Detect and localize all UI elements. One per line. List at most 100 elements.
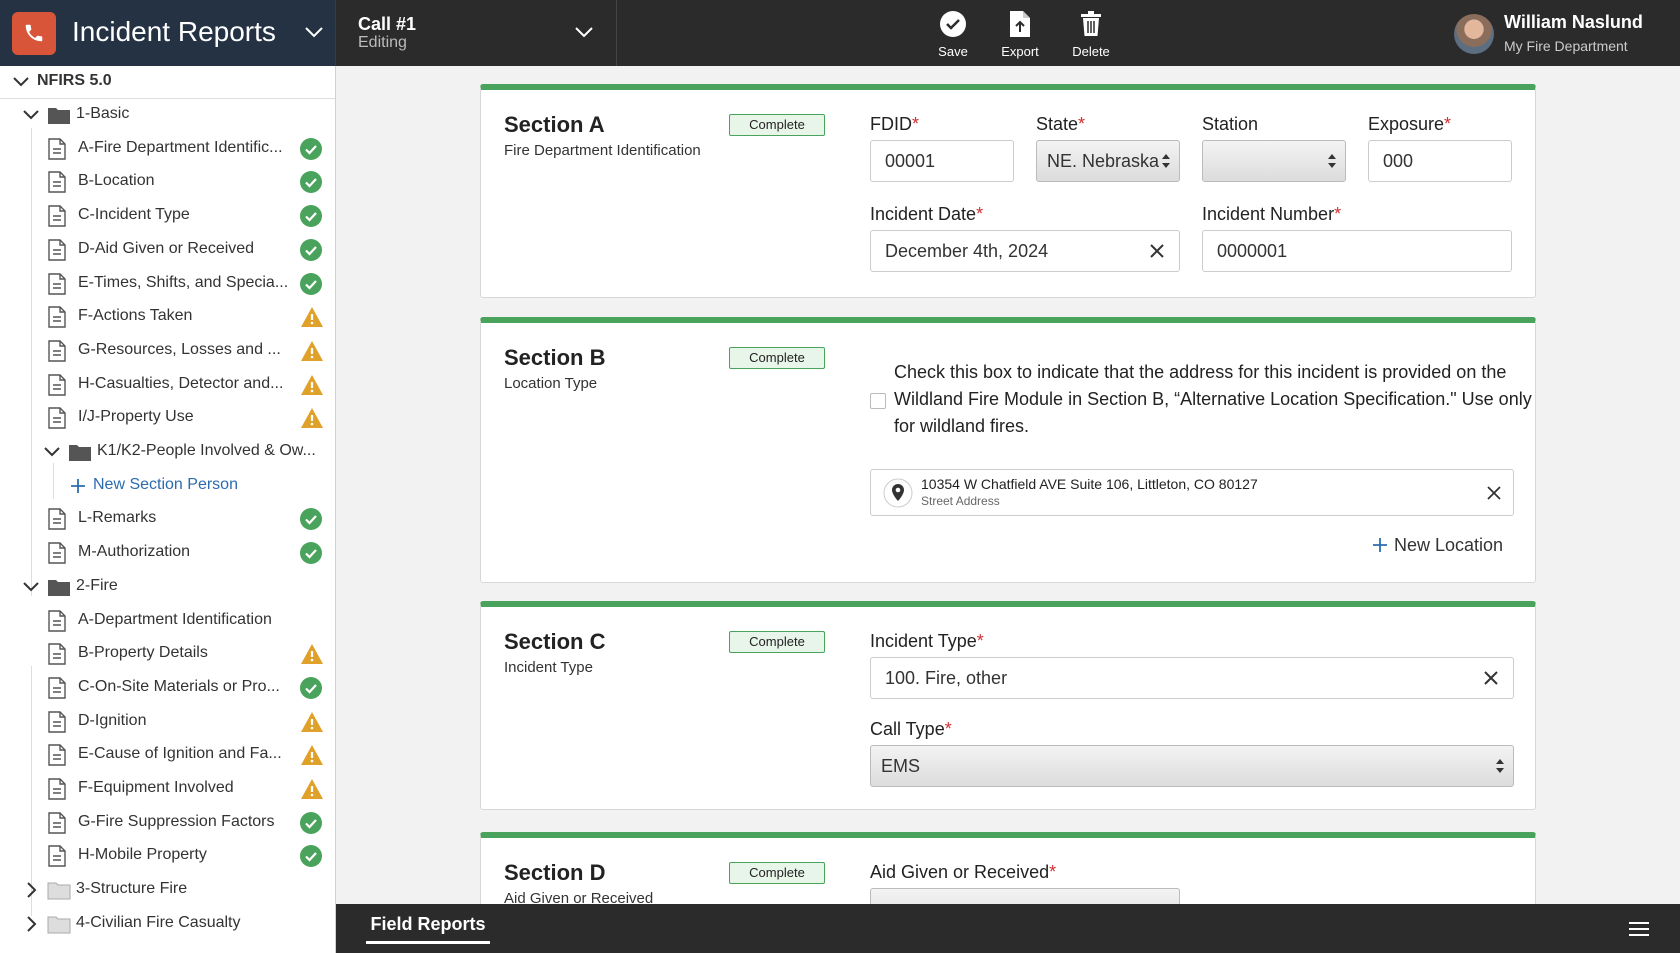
- section-d-card: Section D Aid Given or Received Complete…: [480, 832, 1536, 904]
- plus-icon: [1373, 538, 1387, 552]
- chevron-down-icon[interactable]: [22, 106, 40, 129]
- sidebar-item-fire-6[interactable]: G-Fire Suppression Factors: [0, 807, 335, 837]
- folder-icon: [47, 577, 71, 602]
- chevron-right-icon[interactable]: [22, 915, 40, 938]
- sidebar-folder-people[interactable]: K1/K2-People Involved & Ow...: [0, 436, 335, 466]
- warning-icon: [300, 374, 323, 396]
- check-circle-icon: [300, 205, 322, 228]
- save-label: Save: [938, 44, 968, 59]
- folder-icon: [47, 105, 71, 130]
- section-title: Section D: [504, 860, 606, 885]
- chevron-down-icon[interactable]: [22, 578, 40, 601]
- folder-label: K1/K2-People Involved & Ow...: [97, 442, 316, 459]
- check-circle-icon: [300, 811, 322, 834]
- section-b-card: Section B Location Type Complete Check t…: [480, 317, 1536, 583]
- tab-field-reports[interactable]: Field Reports: [366, 914, 490, 944]
- section-c-card: Section C Incident Type Complete Inciden…: [480, 601, 1536, 810]
- chevron-right-icon[interactable]: [22, 881, 40, 904]
- sidebar-item-label: A-Department Identification: [78, 610, 272, 628]
- chevron-down-icon[interactable]: [43, 443, 61, 466]
- wildland-checkbox[interactable]: [870, 393, 886, 409]
- delete-button[interactable]: Delete: [1061, 9, 1121, 59]
- sidebar-item-fire-0[interactable]: A-Department Identification: [0, 605, 335, 635]
- tree-root[interactable]: NFIRS 5.0: [0, 66, 335, 99]
- call-selector[interactable]: Call #1 Editing: [336, 0, 617, 66]
- export-button[interactable]: Export: [990, 9, 1050, 59]
- sidebar-item-fire-7[interactable]: H-Mobile Property: [0, 840, 335, 870]
- document-icon: [48, 205, 66, 232]
- aid-select[interactable]: [870, 888, 1180, 904]
- sidebar-item-basic-after-0[interactable]: L-Remarks: [0, 503, 335, 533]
- fdid-field[interactable]: 00001: [870, 140, 1014, 182]
- sidebar-item-basic-4[interactable]: E-Times, Shifts, and Specia...: [0, 268, 335, 298]
- new-location-button[interactable]: New Location: [1372, 535, 1503, 556]
- incident-number-field[interactable]: 0000001: [1202, 230, 1512, 272]
- incident-date-field[interactable]: December 4th, 2024: [870, 230, 1180, 272]
- new-section-person-button[interactable]: New Section Person: [0, 470, 335, 500]
- close-icon[interactable]: [1149, 243, 1165, 259]
- chevron-down-icon[interactable]: [302, 22, 326, 42]
- sidebar-item-basic-0[interactable]: A-Fire Department Identific...: [0, 133, 335, 163]
- sidebar-item-fire-5[interactable]: F-Equipment Involved: [0, 773, 335, 805]
- plus-icon: [70, 478, 86, 499]
- sidebar-item-basic-2[interactable]: C-Incident Type: [0, 200, 335, 232]
- warning-icon: [300, 340, 323, 362]
- sidebar-item-label: E-Cause of Ignition and Fa...: [78, 745, 282, 763]
- sidebar-item-basic-8[interactable]: I/J-Property Use: [0, 402, 335, 434]
- folder-label: 2-Fire: [76, 576, 118, 594]
- state-select[interactable]: NE. Nebraska: [1036, 140, 1180, 182]
- sidebar-item-basic-5[interactable]: F-Actions Taken: [0, 301, 335, 331]
- sidebar-item-basic-7[interactable]: H-Casualties, Detector and...: [0, 369, 335, 399]
- user-department: My Fire Department: [1504, 38, 1628, 54]
- sidebar-item-label: A-Fire Department Identific...: [78, 138, 283, 156]
- sidebar-item-basic-1[interactable]: B-Location: [0, 166, 335, 196]
- chevron-down-icon[interactable]: [12, 73, 30, 91]
- check-circle-icon: [300, 171, 322, 194]
- section-title: Section B: [504, 345, 606, 370]
- delete-label: Delete: [1072, 44, 1110, 59]
- chevron-down-icon[interactable]: [572, 22, 596, 42]
- sidebar-folder-fire[interactable]: 2-Fire: [0, 571, 335, 602]
- status-badge: Complete: [729, 114, 825, 136]
- bottom-bar: Field Reports: [336, 904, 1680, 953]
- tree-root-label: NFIRS 5.0: [37, 72, 112, 89]
- sidebar-folder-basic[interactable]: 1-Basic: [0, 99, 335, 130]
- sidebar-item-fire-3[interactable]: D-Ignition: [0, 706, 335, 736]
- sidebar-item-fire-2[interactable]: C-On-Site Materials or Pro...: [0, 672, 335, 702]
- sidebar-item-fire-1[interactable]: B-Property Details: [0, 638, 335, 668]
- document-icon: [48, 340, 66, 367]
- check-circle-icon: [300, 542, 322, 565]
- top-bar: Incident Reports Call #1 Editing Save Ex…: [0, 0, 1680, 66]
- call-type-value: EMS: [881, 756, 921, 776]
- app-switcher[interactable]: Incident Reports: [0, 0, 336, 66]
- sidebar-item-basic-6[interactable]: G-Resources, Losses and ...: [0, 335, 335, 367]
- exposure-field[interactable]: 000: [1368, 140, 1512, 182]
- menu-icon[interactable]: [1628, 921, 1650, 937]
- sidebar-folder-collapsed-0[interactable]: 3-Structure Fire: [0, 874, 335, 904]
- sidebar-item-basic-3[interactable]: D-Aid Given or Received: [0, 234, 335, 264]
- call-type-select[interactable]: EMS: [870, 745, 1514, 787]
- user-name: William Naslund: [1504, 12, 1643, 32]
- sidebar-item-label: H-Mobile Property: [78, 846, 207, 864]
- sidebar-folder-collapsed-1[interactable]: 4-Civilian Fire Casualty: [0, 908, 335, 938]
- state-label: State*: [1036, 114, 1086, 134]
- address-chip[interactable]: 10354 W Chatfield AVE Suite 106, Littlet…: [870, 469, 1514, 516]
- sidebar-item-label: D-Aid Given or Received: [78, 239, 255, 257]
- sidebar-item-basic-after-1[interactable]: M-Authorization: [0, 537, 335, 567]
- sidebar-item-label: D-Ignition: [78, 711, 147, 729]
- save-button[interactable]: Save: [923, 9, 983, 59]
- station-select[interactable]: [1202, 140, 1346, 182]
- document-icon: [48, 778, 66, 805]
- trash-icon: [1061, 9, 1121, 39]
- close-icon[interactable]: [1483, 670, 1499, 686]
- sidebar-item-label: L-Remarks: [78, 509, 157, 527]
- close-icon[interactable]: [1487, 486, 1501, 500]
- incident-type-field[interactable]: 100. Fire, other: [870, 657, 1514, 699]
- status-badge: Complete: [729, 862, 825, 884]
- sidebar-item-label: H-Casualties, Detector and...: [78, 374, 284, 392]
- new-location-label: New Location: [1394, 535, 1504, 555]
- sidebar-item-fire-4[interactable]: E-Cause of Ignition and Fa...: [0, 739, 335, 769]
- incident-type-label: Incident Type*: [870, 631, 984, 651]
- document-icon: [48, 407, 66, 434]
- updown-icon: [1162, 154, 1170, 168]
